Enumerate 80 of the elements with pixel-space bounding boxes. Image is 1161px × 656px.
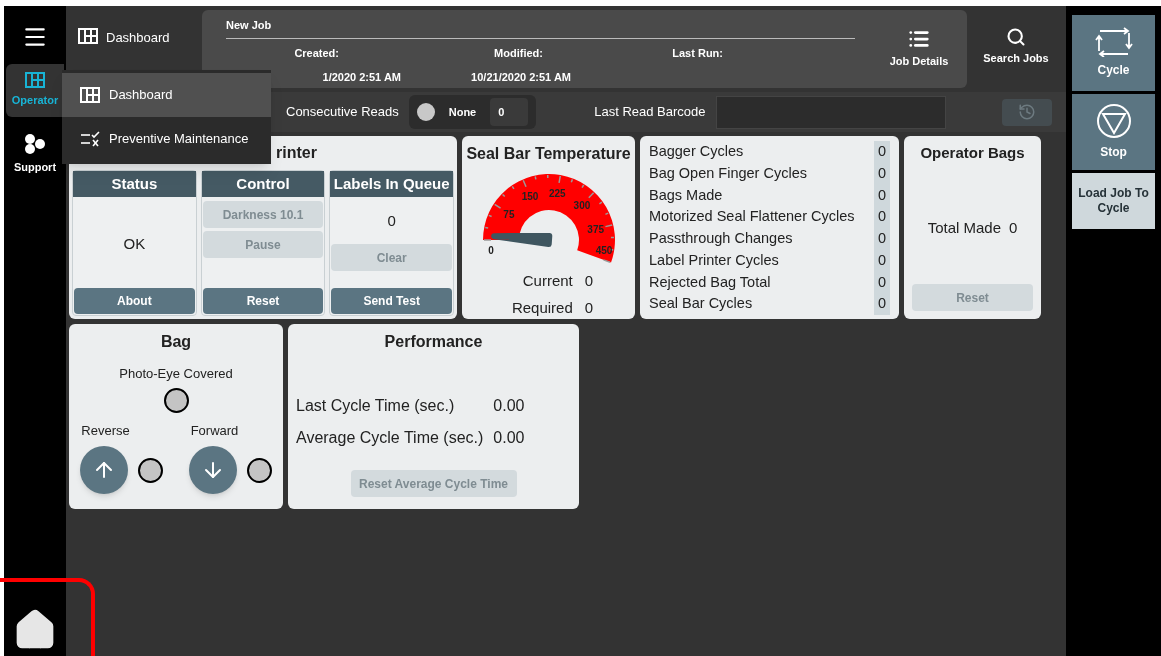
history-icon (1017, 103, 1036, 121)
direction-label: Reverse (81, 421, 130, 440)
metric-label: Average Cycle Time (sec.) (296, 428, 484, 448)
cycle-button[interactable]: Cycle (1072, 15, 1155, 91)
grid-icon (80, 87, 100, 103)
printer-action-button[interactable]: Reset (202, 288, 324, 314)
consecutive-reads-label: Consecutive Reads (286, 103, 399, 122)
counter-value: 0 (873, 249, 890, 272)
column-header: Status (73, 171, 196, 197)
counter-value: 0 (873, 293, 890, 315)
card-title: Seal Bar Temperature (466, 144, 631, 164)
grid-icon (78, 28, 98, 44)
current-value: 0 (584, 271, 594, 291)
sidebar-item[interactable]: Support (6, 124, 64, 183)
load-job-button[interactable]: Load Job To Cycle (1072, 173, 1155, 229)
card-title: Performance (383, 332, 484, 352)
required-label: Required (511, 297, 573, 318)
stop-icon (1095, 103, 1132, 139)
menu-item[interactable]: Dashboard (62, 73, 271, 117)
counter-label: Bags Made (649, 185, 723, 205)
field-value: 1/2020 2:51 AM (322, 70, 401, 85)
gauge-label: 150 (521, 190, 538, 202)
counter-value: 0 (873, 271, 890, 294)
printer-action-button[interactable]: Send Test (331, 288, 452, 314)
card-title: Operator Bags (920, 143, 1025, 163)
job-details-button[interactable]: Job Details (871, 10, 967, 88)
counter-label: Label Printer Cycles (649, 250, 779, 270)
status-light (416, 103, 435, 121)
total-made-label: Total Made (927, 217, 1001, 238)
field-label: Modified: (494, 45, 543, 61)
gauge-label: 75 (502, 208, 514, 220)
metric-value: 0.00 (493, 396, 525, 416)
gauge-needle (490, 233, 552, 247)
metric-value: 0.00 (493, 428, 525, 448)
column-value: OK (122, 234, 147, 255)
stop-button[interactable]: Stop (1072, 94, 1155, 170)
column-header: Control (201, 171, 325, 197)
counter-label: Seal Bar Cycles (649, 294, 753, 314)
gauge-label: 0 (487, 245, 494, 256)
card-title: Bag (160, 332, 192, 352)
field-value: 10/21/2020 2:51 AM (471, 70, 571, 85)
gauge-label: 450 (595, 245, 612, 256)
job-name: New Job (226, 17, 855, 39)
counter-label: Bagger Cycles (649, 142, 744, 161)
counter-value: 0 (873, 184, 890, 207)
grid-icon (25, 72, 45, 88)
field-label: Created: (294, 45, 339, 61)
counter-value: 0 (873, 162, 890, 185)
forward-button[interactable] (189, 446, 237, 494)
counter-value: 0 (873, 228, 890, 250)
sidebar-item[interactable]: Operator (6, 64, 64, 117)
read-count: 0 (490, 97, 529, 127)
printer-action-button[interactable]: About (74, 288, 195, 314)
search-jobs-button[interactable]: Search Jobs (967, 6, 1065, 88)
column-value: 0 (386, 210, 397, 231)
counter-label: Bag Open Finger Cycles (649, 163, 807, 183)
counter-label: Rejected Bag Total (649, 272, 771, 292)
counter-label: Motorized Seal Flattener Cycles (649, 207, 855, 227)
counter-label: Passthrough Changes (649, 229, 793, 248)
required-value: 0 (584, 297, 594, 318)
breadcrumb: Dashboard (106, 29, 170, 47)
last-barcode-label: Last Read Barcode (594, 103, 706, 122)
field-label: Last Run: (672, 45, 723, 61)
direction-label: Forward (190, 421, 239, 440)
checklist-icon (80, 131, 100, 147)
gauge-label: 225 (548, 187, 566, 199)
gauge-label: 300 (573, 200, 590, 212)
total-made-value: 0 (1009, 217, 1018, 238)
counter-value: 0 (873, 141, 890, 163)
reverse-button[interactable] (80, 446, 128, 494)
read-status: None (448, 104, 477, 120)
counter-value: 0 (873, 206, 890, 228)
column-header: Labels In Queue (330, 171, 453, 197)
menu-item[interactable]: Preventive Maintenance (62, 117, 271, 161)
gauge-label: 375 (586, 223, 604, 235)
search-icon (1006, 27, 1026, 48)
card-title: rinter (276, 143, 317, 163)
metric-label: Last Cycle Time (sec.) (296, 396, 456, 416)
photo-eye-label: Photo-Eye Covered (119, 365, 233, 383)
current-label: Current (521, 271, 573, 291)
